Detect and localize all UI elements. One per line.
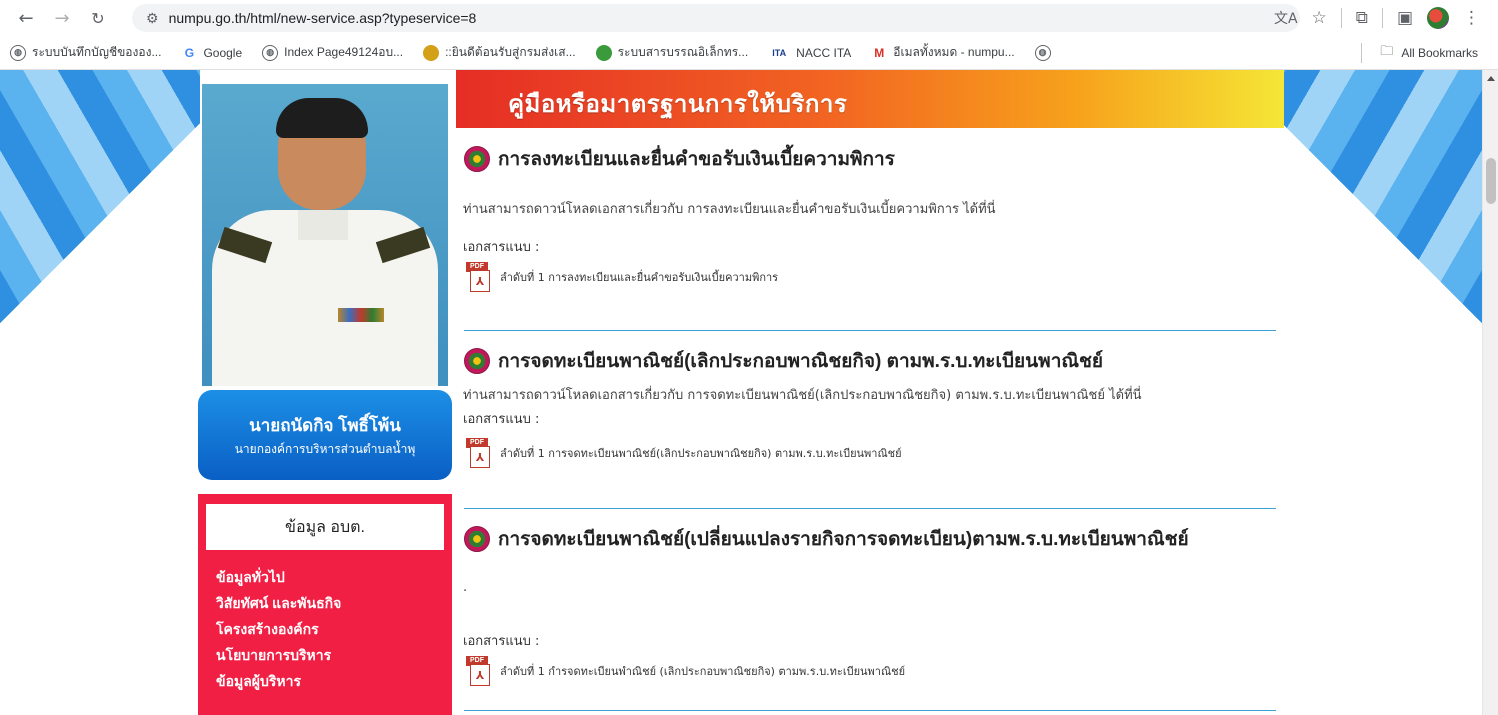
decorative-background bbox=[0, 70, 200, 330]
back-icon[interactable]: ← bbox=[12, 4, 40, 32]
pdf-icon: PDF ⅄ bbox=[466, 262, 492, 292]
bookmark-item[interactable]: M อีเมลทั้งหมด - numpu... bbox=[861, 43, 1024, 62]
translate-icon[interactable]: 文A bbox=[1274, 8, 1298, 28]
service-title[interactable]: การจดทะเบียนพาณิชย์(เปลี่ยนแปลงรายกิจการ… bbox=[464, 524, 1189, 554]
bookmark-item[interactable]: ◍ bbox=[1025, 44, 1061, 61]
info-link[interactable]: นโยบายการบริหาร bbox=[216, 642, 341, 668]
attachment-file[interactable]: PDF ⅄ ลำดับที่ 1 การลงทะเบียนและยื่นคำขอร… bbox=[466, 262, 778, 292]
service-description: . bbox=[463, 580, 468, 595]
address-bar[interactable]: ⚙ numpu.go.th/html/new-service.asp?types… bbox=[132, 4, 1300, 32]
divider bbox=[464, 330, 1276, 331]
service-description: ท่านสามารถดาวน์โหลดเอกสารเกี่ยวกับ การจด… bbox=[463, 388, 1142, 403]
info-link[interactable]: ข้อมูลผู้บริหาร bbox=[216, 668, 341, 694]
all-bookmarks-button[interactable]: 🗀 All Bookmarks bbox=[1361, 36, 1478, 70]
main-content: คู่มือหรือมาตรฐานการให้บริการ การลงทะเบี… bbox=[456, 70, 1284, 715]
gmail-icon: M bbox=[874, 45, 885, 60]
seal-icon bbox=[464, 146, 490, 172]
attachment-label: เอกสารแนบ : bbox=[463, 240, 540, 255]
seal-icon bbox=[595, 44, 612, 61]
seal-icon bbox=[423, 44, 440, 61]
section-banner: คู่มือหรือมาตรฐานการให้บริการ bbox=[456, 70, 1284, 128]
seal-icon bbox=[464, 526, 490, 552]
side-panel-icon[interactable]: ▣ bbox=[1397, 8, 1413, 28]
ita-icon: ITA bbox=[772, 47, 787, 58]
bookmark-item[interactable]: ◍ Index Page49124อบ... bbox=[252, 43, 413, 62]
star-icon[interactable]: ☆ bbox=[1312, 8, 1327, 28]
divider bbox=[464, 710, 1276, 711]
scrollbar-thumb[interactable] bbox=[1486, 158, 1496, 204]
scroll-up-icon[interactable] bbox=[1487, 76, 1495, 81]
executive-name: นายถนัดกิจ โพธิ์โพ้น bbox=[249, 416, 401, 435]
globe-icon: ◍ bbox=[10, 44, 26, 61]
info-link[interactable]: โครงสร้างองค์กร bbox=[216, 616, 341, 642]
decorative-background bbox=[1282, 70, 1482, 330]
info-link[interactable]: ข้อมูลทั่วไป bbox=[216, 564, 341, 590]
divider bbox=[1361, 43, 1363, 63]
forward-icon[interactable]: → bbox=[48, 4, 76, 32]
bookmark-item[interactable]: G Google bbox=[171, 45, 252, 61]
service-title[interactable]: การลงทะเบียนและยื่นคำขอรับเงินเบี้ยความพ… bbox=[464, 144, 895, 174]
divider bbox=[464, 508, 1276, 509]
bookmarks-bar: ◍ ระบบบันทึกบัญชีขององ... G Google ◍ Ind… bbox=[0, 36, 1498, 70]
pdf-icon: PDF ⅄ bbox=[466, 656, 492, 686]
site-settings-icon[interactable]: ⚙ bbox=[146, 10, 159, 27]
vertical-scrollbar[interactable] bbox=[1482, 70, 1498, 715]
globe-icon: ◍ bbox=[262, 44, 279, 61]
globe-icon: ◍ bbox=[1034, 44, 1051, 61]
page-viewport: นายถนัดกิจ โพธิ์โพ้น นายกองค์การบริหารส่… bbox=[0, 70, 1498, 715]
attachment-file[interactable]: PDF ⅄ ลำดับที่ 1 การจดทะเบียนพาณิชย์(เลิก… bbox=[466, 438, 902, 468]
seal-icon bbox=[464, 348, 490, 374]
bookmark-item[interactable]: ◍ ระบบบันทึกบัญชีขององ... bbox=[0, 43, 171, 62]
folder-icon: 🗀 bbox=[1380, 43, 1394, 58]
pdf-icon: PDF ⅄ bbox=[466, 438, 492, 468]
profile-avatar[interactable] bbox=[1427, 7, 1449, 29]
info-menu-header: ข้อมูล อบต. bbox=[206, 504, 444, 550]
executive-photo bbox=[202, 84, 448, 386]
bookmark-item[interactable]: ระบบสารบรรณอิเล็กทร... bbox=[586, 43, 759, 62]
attachment-file[interactable]: PDF ⅄ ลำดับที่ 1 กำรจดทะเบียนพำณิชย์ (เลิ… bbox=[466, 656, 905, 686]
google-icon: G bbox=[184, 45, 195, 60]
reload-icon[interactable]: ↻ bbox=[84, 4, 112, 32]
service-title[interactable]: การจดทะเบียนพาณิชย์(เลิกประกอบพาณิชยกิจ)… bbox=[464, 346, 1103, 376]
attachment-label: เอกสารแนบ : bbox=[463, 412, 540, 427]
bookmark-item[interactable]: ITA NACC ITA bbox=[758, 45, 861, 61]
extensions-icon[interactable]: ⧉ bbox=[1356, 8, 1368, 28]
executive-title: นายกองค์การบริหารส่วนตำบลน้ำพุ bbox=[234, 442, 416, 456]
browser-toolbar: ← → ↻ ⚙ numpu.go.th/html/new-service.asp… bbox=[0, 0, 1498, 36]
divider bbox=[1381, 8, 1383, 28]
attachment-label: เอกสารแนบ : bbox=[463, 634, 540, 649]
info-menu: ข้อมูล อบต. ข้อมูลทั่วไป วิสัยทัศน์ และพ… bbox=[198, 494, 452, 715]
banner-title: คู่มือหรือมาตรฐานการให้บริการ bbox=[508, 91, 848, 118]
executive-name-card: นายถนัดกิจ โพธิ์โพ้น นายกองค์การบริหารส่… bbox=[198, 390, 452, 480]
bookmark-item[interactable]: ::ยินดีต้อนรับสู่กรมส่งเส... bbox=[413, 43, 586, 62]
menu-icon[interactable]: ⋮ bbox=[1463, 8, 1480, 28]
info-link[interactable]: วิสัยทัศน์ และพันธกิจ bbox=[216, 590, 341, 616]
url-text: numpu.go.th/html/new-service.asp?typeser… bbox=[168, 10, 477, 26]
divider bbox=[1340, 8, 1342, 28]
service-description: ท่านสามารถดาวน์โหลดเอกสารเกี่ยวกับ การลง… bbox=[463, 202, 996, 217]
